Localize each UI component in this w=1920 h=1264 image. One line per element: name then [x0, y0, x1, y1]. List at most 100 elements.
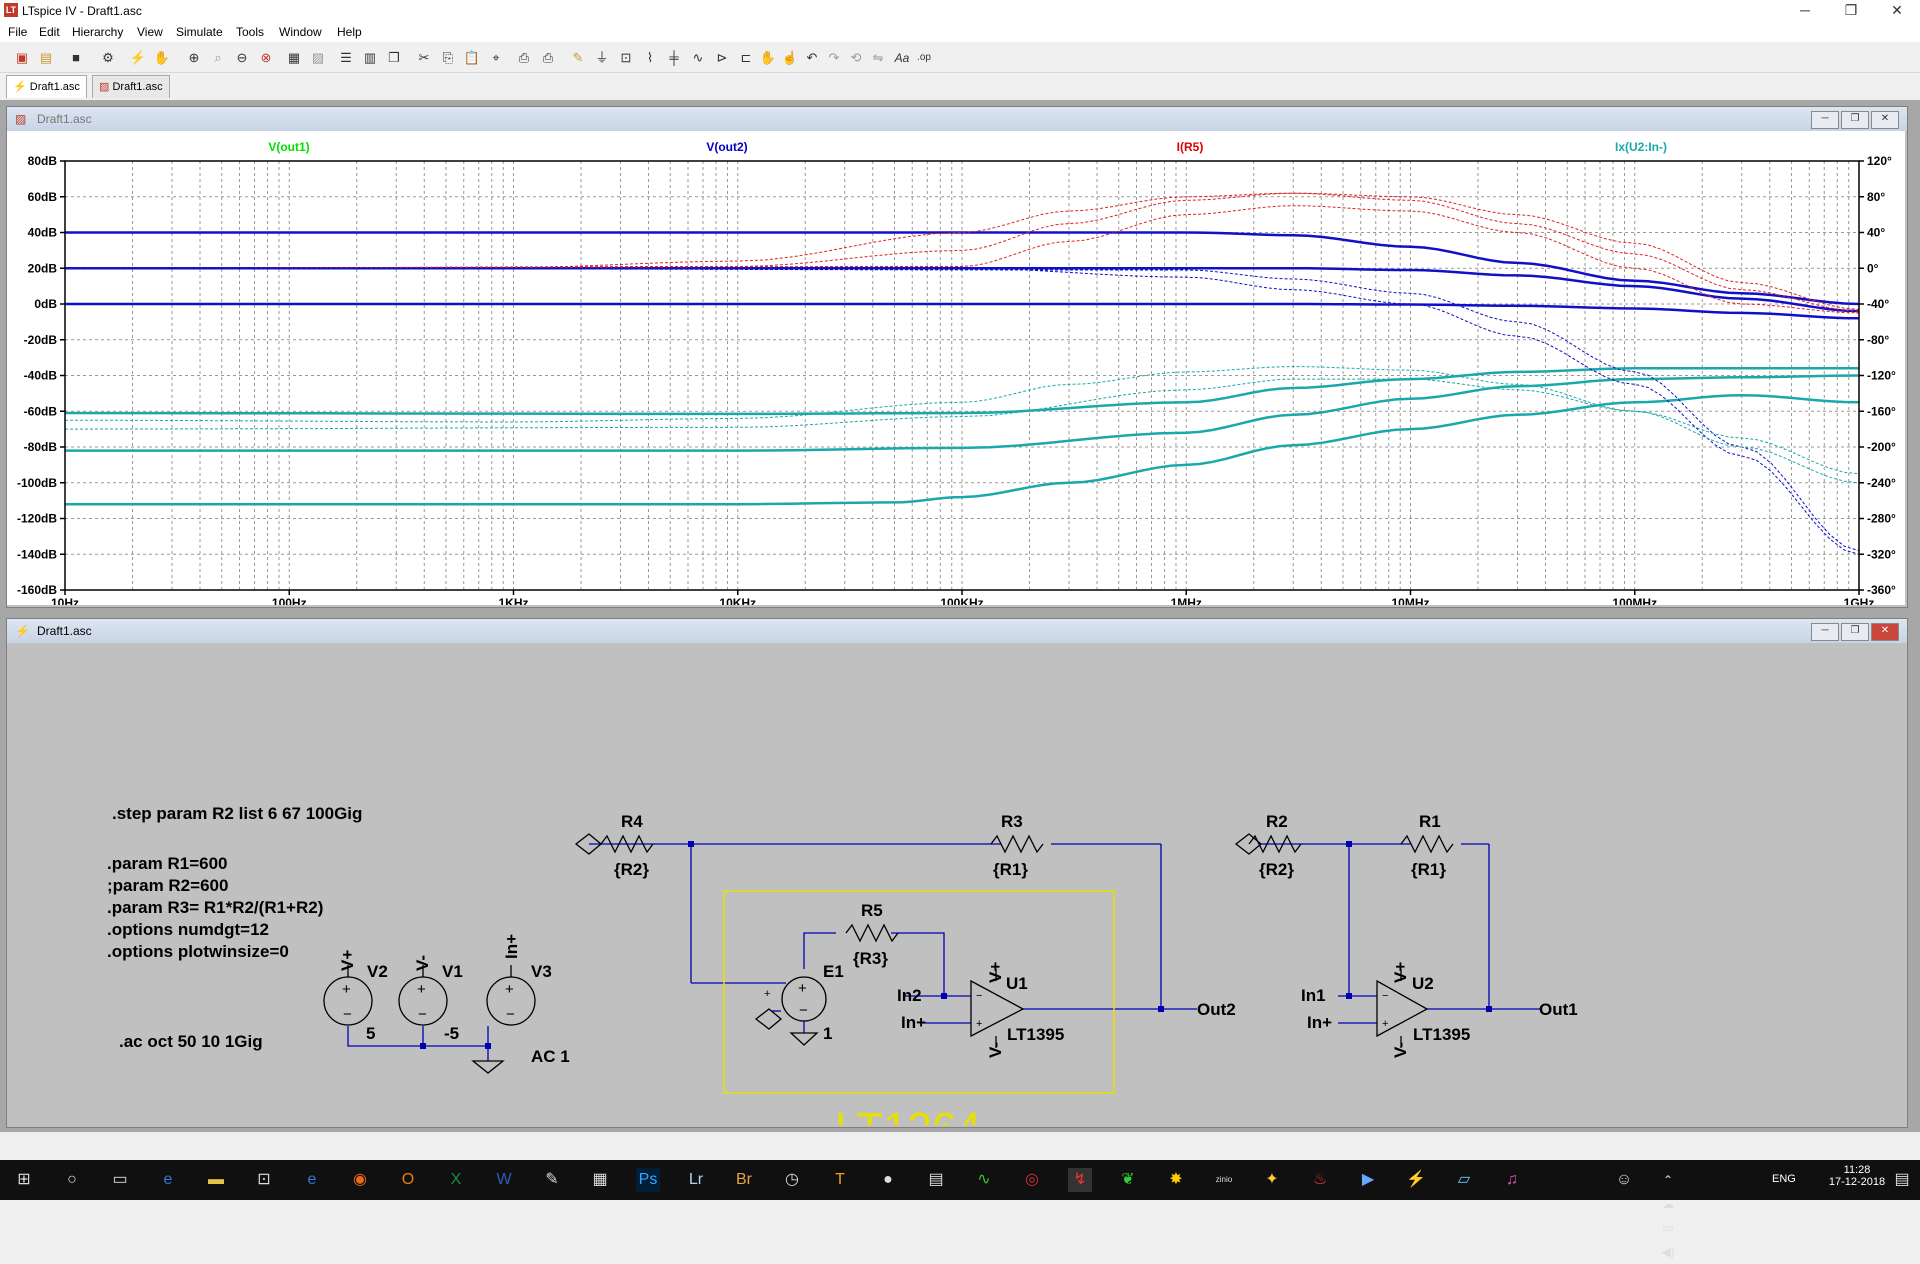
- clock-app-icon[interactable]: ◷: [780, 1168, 804, 1192]
- lightroom-icon[interactable]: Lr: [684, 1168, 708, 1192]
- waveform-window-titlebar[interactable]: ▨ Draft1.asc ─ ❐ ✕: [7, 107, 1907, 131]
- schematic-window-titlebar[interactable]: ⚡ Draft1.asc ─ ❐ ✕: [7, 619, 1907, 643]
- notepad-app-icon[interactable]: ▱: [1452, 1168, 1476, 1192]
- print-preview-icon[interactable]: ⎙: [514, 48, 534, 68]
- v1-value[interactable]: -5: [444, 1024, 459, 1043]
- file-explorer-icon[interactable]: ▬: [204, 1168, 228, 1192]
- zinio-app-icon[interactable]: zinio: [1212, 1168, 1236, 1192]
- legend-trace-label[interactable]: V(out2): [706, 140, 747, 154]
- calculator-icon[interactable]: ▦: [588, 1168, 612, 1192]
- directive-comment-r2[interactable]: ;param R2=600: [107, 876, 228, 895]
- spice-directive-icon[interactable]: .op: [914, 48, 934, 68]
- directive-step[interactable]: .step param R2 list 6 67 100Gig: [112, 804, 362, 823]
- halt-icon[interactable]: ✋: [152, 48, 172, 68]
- drag-icon[interactable]: ☝: [780, 48, 800, 68]
- e1-label[interactable]: E1: [823, 962, 844, 981]
- edge-icon[interactable]: e: [156, 1168, 180, 1192]
- schematic-restore-button[interactable]: ❐: [1841, 623, 1869, 641]
- out1-net-label[interactable]: Out1: [1539, 1000, 1578, 1019]
- people-icon[interactable]: ☺: [1612, 1168, 1636, 1192]
- print-icon[interactable]: ⎙: [538, 48, 558, 68]
- minimize-button[interactable]: ─: [1782, 0, 1828, 22]
- menu-simulate[interactable]: Simulate: [176, 25, 223, 39]
- label-net-icon[interactable]: ⊡: [616, 48, 636, 68]
- directive-param-r1[interactable]: .param R1=600: [107, 854, 228, 873]
- language-indicator[interactable]: ENG: [1772, 1173, 1796, 1185]
- redo-icon[interactable]: ↷: [824, 48, 844, 68]
- waveform-restore-button[interactable]: ❐: [1841, 111, 1869, 129]
- task-view-icon[interactable]: ▭: [108, 1168, 132, 1192]
- waveform-plot[interactable]: 80dB 120° 60dB 80° 40dB 40° 20dB 0° 0dB -40° -20dB…: [7, 131, 1905, 605]
- close-button[interactable]: ✕: [1874, 0, 1920, 22]
- undo-icon[interactable]: ↶: [802, 48, 822, 68]
- leaf-app-icon[interactable]: ❦: [1116, 1168, 1140, 1192]
- rotate-icon[interactable]: ⟲: [846, 48, 866, 68]
- windows-start-icon[interactable]: ⊞: [12, 1168, 36, 1192]
- legend-trace-label[interactable]: V(out1): [268, 140, 309, 154]
- red-app-icon[interactable]: ⚡: [1404, 1168, 1428, 1192]
- u1-part[interactable]: LT1395: [1007, 1025, 1064, 1044]
- search-icon[interactable]: ○: [60, 1168, 84, 1192]
- egg-app-icon[interactable]: ●: [876, 1168, 900, 1192]
- control-panel-icon[interactable]: ⚙: [98, 48, 118, 68]
- clock[interactable]: 11:28 17-12-2018: [1822, 1164, 1892, 1188]
- menu-hierarchy[interactable]: Hierarchy: [72, 25, 123, 39]
- r3-value[interactable]: {R1}: [993, 860, 1028, 879]
- store-icon[interactable]: ⊡: [252, 1168, 276, 1192]
- system-tray-icons[interactable]: ⌃ ☁ ▭ ◀): [1656, 1168, 1680, 1259]
- zoom-in-icon[interactable]: ⊕: [184, 48, 204, 68]
- bulb-app-icon[interactable]: ✦: [1260, 1168, 1284, 1192]
- menu-window[interactable]: Window: [279, 25, 322, 39]
- save-icon[interactable]: ■: [66, 48, 86, 68]
- run-icon[interactable]: ⚡: [128, 48, 148, 68]
- notifications-icon[interactable]: ▤: [1890, 1168, 1914, 1192]
- r2-label[interactable]: R2: [1266, 812, 1288, 831]
- copy-icon[interactable]: ⎘: [438, 48, 458, 68]
- inductor-icon[interactable]: ∿: [688, 48, 708, 68]
- waveform-app-icon[interactable]: ∿: [972, 1168, 996, 1192]
- tile-horizontal-icon[interactable]: ☰: [336, 48, 356, 68]
- u2-label[interactable]: U2: [1412, 974, 1434, 993]
- r2-value[interactable]: {R2}: [1259, 860, 1294, 879]
- text-icon[interactable]: Aa: [892, 48, 912, 68]
- firefox-icon[interactable]: ◉: [348, 1168, 372, 1192]
- r3-label[interactable]: R3: [1001, 812, 1023, 831]
- paint-icon[interactable]: ✎: [540, 1168, 564, 1192]
- legend-trace-label[interactable]: I(R5): [1177, 140, 1204, 154]
- sun-app-icon[interactable]: ✸: [1164, 1168, 1188, 1192]
- capacitor-icon[interactable]: ╪: [664, 48, 684, 68]
- view-icon[interactable]: ▨: [308, 48, 328, 68]
- bridge-icon[interactable]: Br: [732, 1168, 756, 1192]
- v2-label[interactable]: V2: [367, 962, 388, 981]
- record-app-icon[interactable]: ◎: [1020, 1168, 1044, 1192]
- schematic-canvas[interactable]: .step param R2 list 6 67 100Gig .param R…: [7, 643, 1905, 1125]
- menu-edit[interactable]: Edit: [39, 25, 60, 39]
- directive-param-r3[interactable]: .param R3= R1*R2/(R1+R2): [107, 898, 323, 917]
- outlook-icon[interactable]: O: [396, 1168, 420, 1192]
- move-icon[interactable]: ✋: [758, 48, 778, 68]
- waveform-close-button[interactable]: ✕: [1871, 111, 1899, 129]
- directive-ac[interactable]: .ac oct 50 10 1Gig: [119, 1032, 263, 1051]
- paste-icon[interactable]: 📋: [462, 48, 482, 68]
- itunes-icon[interactable]: ♫: [1500, 1168, 1524, 1192]
- resistor-icon[interactable]: ⌇: [640, 48, 660, 68]
- v1-label[interactable]: V1: [442, 962, 463, 981]
- wire-icon[interactable]: ✎: [568, 48, 588, 68]
- schematic-minimize-button[interactable]: ─: [1811, 623, 1839, 641]
- directive-numdgt[interactable]: .options numdgt=12: [107, 920, 269, 939]
- menu-tools[interactable]: Tools: [236, 25, 264, 39]
- directive-plotwinsize[interactable]: .options plotwinsize=0: [107, 942, 289, 961]
- chart-app-icon[interactable]: ▤: [924, 1168, 948, 1192]
- r1-label[interactable]: R1: [1419, 812, 1441, 831]
- ground-icon[interactable]: ⏚: [592, 48, 612, 68]
- tab-schematic[interactable]: ⚡ Draft1.asc: [6, 75, 87, 98]
- u1-label[interactable]: U1: [1006, 974, 1028, 993]
- mirror-icon[interactable]: ⇋: [868, 48, 888, 68]
- r5-label[interactable]: R5: [861, 901, 883, 920]
- waveform-minimize-button[interactable]: ─: [1811, 111, 1839, 129]
- ltspice-taskbar-icon[interactable]: ↯: [1068, 1168, 1092, 1192]
- photoshop-icon[interactable]: Ps: [636, 1168, 660, 1192]
- e1-gain[interactable]: 1: [823, 1024, 832, 1043]
- restore-button[interactable]: ❐: [1828, 0, 1874, 22]
- excel-icon[interactable]: X: [444, 1168, 468, 1192]
